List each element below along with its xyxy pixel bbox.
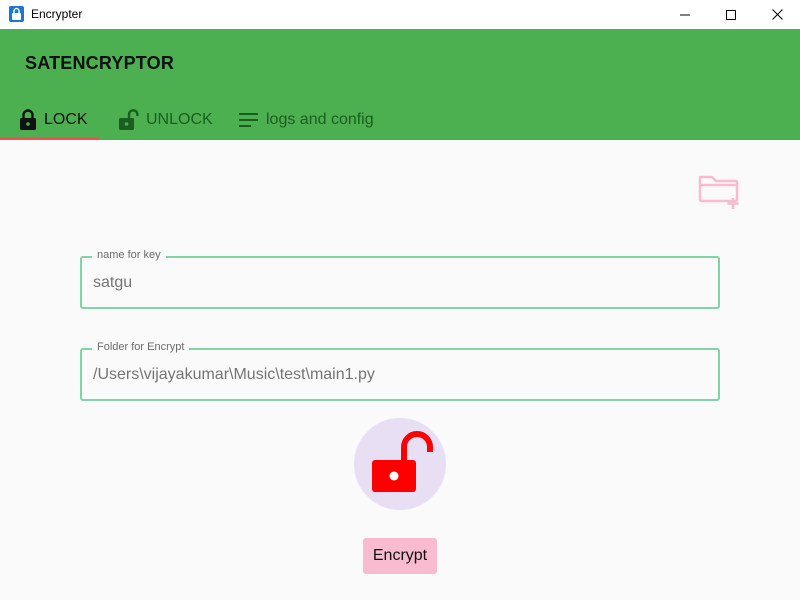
tab-lock-label: LOCK — [44, 110, 88, 128]
close-button[interactable] — [754, 0, 800, 29]
folder-path-input[interactable] — [93, 364, 703, 386]
window-titlebar: Encrypter — [0, 0, 800, 29]
key-name-input[interactable] — [93, 272, 703, 294]
folder-path-label: Folder for Encrypt — [92, 341, 190, 353]
tab-unlock[interactable]: UNLOCK — [119, 99, 213, 140]
app-bar: SATENCRYPTOR LOCK UNLOCK logs and config — [0, 29, 800, 140]
tab-unlock-label: UNLOCK — [146, 110, 213, 128]
app-lock-icon — [9, 6, 24, 22]
menu-lines-icon — [239, 112, 259, 127]
lock-toggle-button[interactable] — [354, 418, 446, 510]
app-name: SATENCRYPTOR — [25, 53, 175, 73]
folder-path-field: Folder for Encrypt — [80, 341, 720, 401]
minimize-button[interactable] — [662, 0, 708, 29]
close-icon — [771, 9, 783, 20]
tab-indicator — [0, 137, 100, 140]
encrypt-button[interactable]: Encrypt — [363, 538, 437, 574]
folder-add-button[interactable] — [697, 171, 741, 211]
lock-open-icon — [372, 431, 433, 492]
tab-logs-label: logs and config — [266, 110, 374, 128]
tab-logs-and-config[interactable]: logs and config — [239, 99, 374, 140]
lock-icon — [19, 109, 37, 130]
key-name-field: name for key — [80, 249, 720, 309]
folder-add-icon — [697, 175, 741, 215]
lock-open-icon — [119, 109, 139, 130]
tab-lock[interactable]: LOCK — [19, 99, 88, 140]
window-title: Encrypter — [31, 7, 83, 21]
maximize-button[interactable] — [708, 0, 754, 29]
tab-bar: LOCK UNLOCK logs and config — [0, 99, 800, 140]
maximize-icon — [726, 9, 736, 20]
minimize-icon — [680, 10, 690, 20]
key-name-label: name for key — [92, 249, 166, 261]
